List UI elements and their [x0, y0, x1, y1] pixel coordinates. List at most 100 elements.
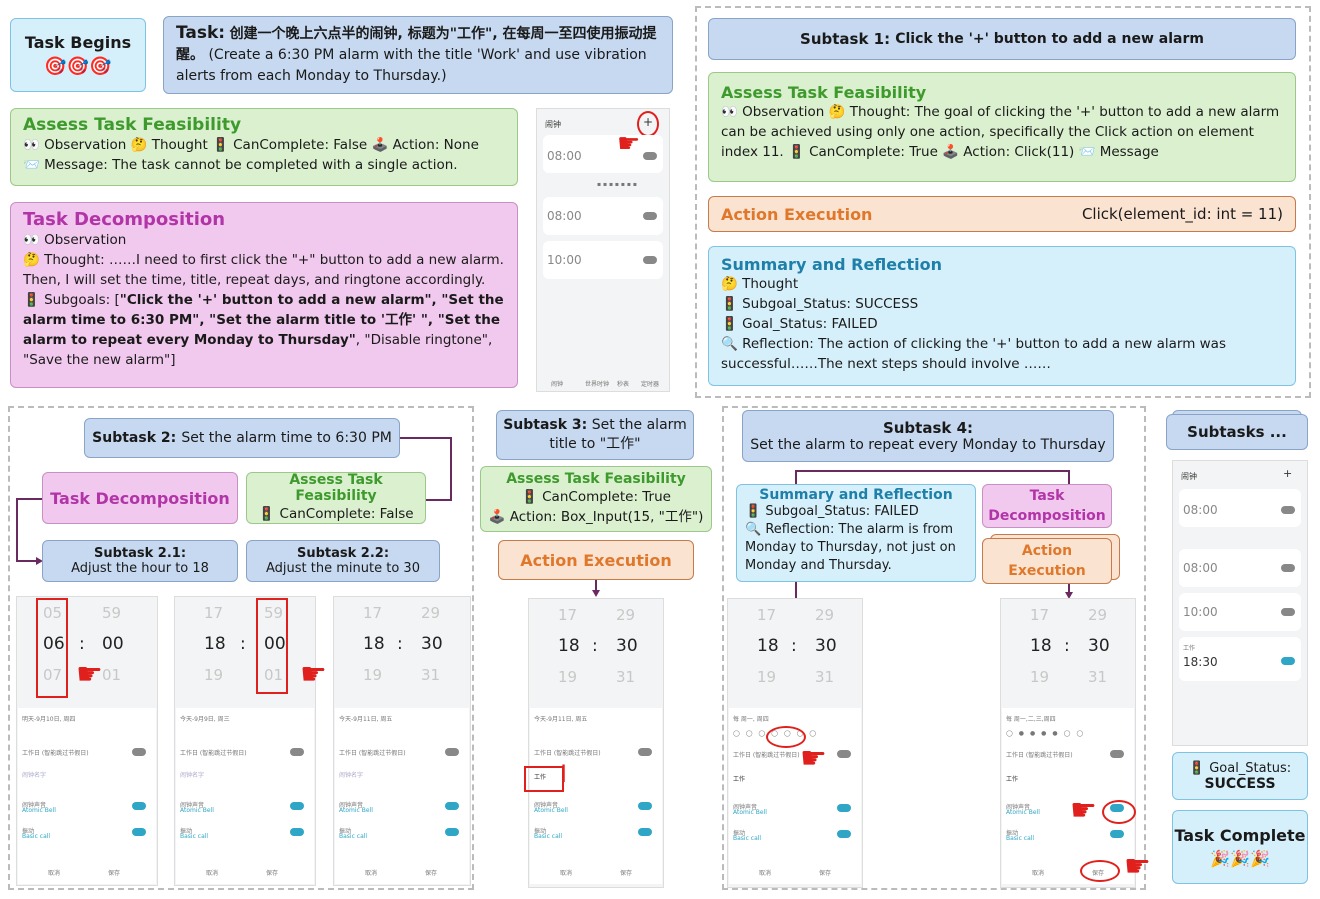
final-toggle-3[interactable] — [1281, 608, 1295, 616]
s4a-name[interactable]: 工作 — [733, 774, 745, 783]
picker2-hour-next: 19 — [204, 666, 224, 684]
subtask2-decomposition: Task Decomposition — [42, 472, 238, 524]
time-picker-s4a[interactable]: 17 29 18 : 30 19 31 — [727, 598, 863, 708]
picker2-hour-prev: 17 — [204, 604, 224, 622]
s4a-cancel[interactable]: 取消 — [759, 868, 771, 877]
s4b-minute[interactable]: 30 — [1088, 636, 1110, 656]
final-toggle-1[interactable] — [1281, 506, 1295, 514]
tab-world[interactable]: 世界时钟 — [585, 379, 609, 388]
picker3-hour[interactable]: 18 — [363, 634, 385, 654]
final-time-2: 08:00 — [1183, 561, 1218, 575]
form2-cancel[interactable]: 取消 — [206, 868, 218, 877]
form3-save[interactable]: 保存 — [425, 868, 437, 877]
s3-hour[interactable]: 18 — [558, 636, 580, 656]
tab-alarm[interactable]: 闹钟 — [551, 379, 563, 388]
subtask21-text: Adjust the hour to 18 — [71, 561, 209, 576]
form2-name[interactable]: 闹钟名字 — [180, 770, 204, 779]
form1-name[interactable]: 闹钟名字 — [22, 770, 46, 779]
text-cursor-icon: I — [560, 760, 568, 788]
time-picker-s4b[interactable]: 17 29 18 : 30 19 31 — [1000, 598, 1136, 708]
alarm-toggle-2[interactable] — [643, 212, 657, 220]
subtask21-box: Subtask 2.1: Adjust the hour to 18 — [42, 540, 238, 582]
form2-save[interactable]: 保存 — [266, 868, 278, 877]
s3-workday-toggle[interactable] — [638, 748, 652, 756]
s4b-workday-toggle[interactable] — [1110, 750, 1124, 758]
phone-final-plus[interactable]: + — [1283, 467, 1292, 480]
picker1-min-prev: 59 — [102, 604, 122, 622]
subtask3-feasibility: Assess Task Feasibility 🚦 CanComplete: T… — [480, 466, 712, 532]
s3-min-prev: 29 — [616, 606, 636, 624]
final-toggle-4[interactable] — [1281, 657, 1295, 665]
form1-vib-value: Basic call — [22, 833, 51, 840]
tab-stopwatch[interactable]: 秒表 — [617, 379, 629, 388]
alarm-card-1[interactable]: 08:00 — [543, 135, 663, 173]
form3-cancel[interactable]: 取消 — [365, 868, 377, 877]
form3-name[interactable]: 闹钟名字 — [339, 770, 363, 779]
form-panel-2: 今天-9月9日, 周三 工作日 (智能跳过节假日) 闹钟名字 闹钟声音 Atom… — [176, 708, 314, 884]
form2-vib-toggle[interactable] — [290, 828, 304, 836]
s3-cancel[interactable]: 取消 — [560, 868, 572, 877]
time-picker-3[interactable]: 17 29 18 : 30 19 31 — [333, 596, 471, 706]
s4b-min-next: 31 — [1088, 668, 1108, 686]
s4a-min-next: 31 — [815, 668, 835, 686]
s4b-date: 每 周一,二,三,周四 — [1006, 716, 1056, 723]
picker1-minute[interactable]: 00 — [102, 634, 124, 654]
s4b-weekdays[interactable]: ◯●●●●◯◯ — [1006, 730, 1089, 737]
form1-save[interactable]: 保存 — [108, 868, 120, 877]
subtask1-summary: Summary and Reflection 🤔 Thought 🚦 Subgo… — [708, 246, 1296, 386]
s4a-minute[interactable]: 30 — [815, 636, 837, 656]
s4b-vib-toggle[interactable] — [1110, 830, 1124, 838]
picker3-minute[interactable]: 30 — [421, 634, 443, 654]
connector-s2-a — [400, 437, 452, 439]
s4a-ring-toggle[interactable] — [837, 804, 851, 812]
form3-workday-toggle[interactable] — [445, 748, 459, 756]
s3-vib-toggle[interactable] — [638, 828, 652, 836]
time-picker-s3[interactable]: 17 29 18 : 30 19 31 — [528, 598, 664, 708]
alarm-toggle-1[interactable] — [643, 152, 657, 160]
final-card-2[interactable]: 08:00 — [1179, 549, 1301, 587]
subtask2-header: Subtask 2: Set the alarm time to 6:30 PM — [84, 418, 400, 458]
alarm-card-3[interactable]: 10:00 — [543, 241, 663, 279]
alarm-toggle-3[interactable] — [643, 256, 657, 264]
s3-ring-toggle[interactable] — [638, 802, 652, 810]
task-label: Task: — [176, 23, 226, 43]
form2-ring-value: Atomic Bell — [180, 807, 214, 814]
subtask1-action: Action Execution Click(element_id: int =… — [708, 196, 1296, 232]
s4a-workday-toggle[interactable] — [837, 750, 851, 758]
picker2-highlight — [256, 598, 288, 694]
subtask22-text: Adjust the minute to 30 — [266, 561, 420, 576]
final-card-4[interactable]: 工作 18:30 — [1179, 637, 1301, 681]
form1-workday-toggle[interactable] — [132, 748, 146, 756]
final-card-3[interactable]: 10:00 — [1179, 593, 1301, 631]
s4b-vib-value: Basic call — [1006, 835, 1035, 842]
form1-vib-toggle[interactable] — [132, 828, 146, 836]
s4b-name[interactable]: 工作 — [1006, 774, 1018, 783]
s4a-vib-toggle[interactable] — [837, 830, 851, 838]
s4a-hour[interactable]: 18 — [757, 636, 779, 656]
tap-hand-icon-s4b-save: ☛ — [1124, 849, 1151, 884]
tab-timer[interactable]: 定时器 — [641, 379, 659, 388]
goal-status-label: 🚦 Goal_Status: — [1188, 760, 1292, 776]
final-card-1[interactable]: 08:00 — [1179, 489, 1301, 527]
form1-ring-toggle[interactable] — [132, 802, 146, 810]
s4b-cancel[interactable]: 取消 — [1032, 868, 1044, 877]
task-complete-title: Task Complete — [1174, 826, 1306, 845]
decomposition-main-box: Task Decomposition 👀 Observation 🤔 Thoug… — [10, 202, 518, 388]
picker2-hour[interactable]: 18 — [204, 634, 226, 654]
form3-vib-toggle[interactable] — [445, 828, 459, 836]
form2-workday-toggle[interactable] — [290, 748, 304, 756]
s3-ring-value: Atomic Bell — [534, 807, 568, 814]
s4a-save[interactable]: 保存 — [819, 868, 831, 877]
form2-ring-toggle[interactable] — [290, 802, 304, 810]
time-picker-2[interactable]: 17 59 18 : 00 19 01 — [174, 596, 316, 706]
s3-save[interactable]: 保存 — [620, 868, 632, 877]
subtask1-summary-goal: 🚦 Goal_Status: FAILED — [721, 316, 878, 332]
s4b-hour[interactable]: 18 — [1030, 636, 1052, 656]
form1-cancel[interactable]: 取消 — [48, 868, 60, 877]
s3-minute[interactable]: 30 — [616, 636, 638, 656]
s4a-workday: 工作日 (智能跳过节假日) — [733, 752, 800, 759]
final-toggle-2[interactable] — [1281, 564, 1295, 572]
alarm-card-2[interactable]: 08:00 — [543, 197, 663, 235]
subtask3-header: Subtask 3: Set the alarm title to "工作" — [496, 410, 694, 460]
form3-ring-toggle[interactable] — [445, 802, 459, 810]
